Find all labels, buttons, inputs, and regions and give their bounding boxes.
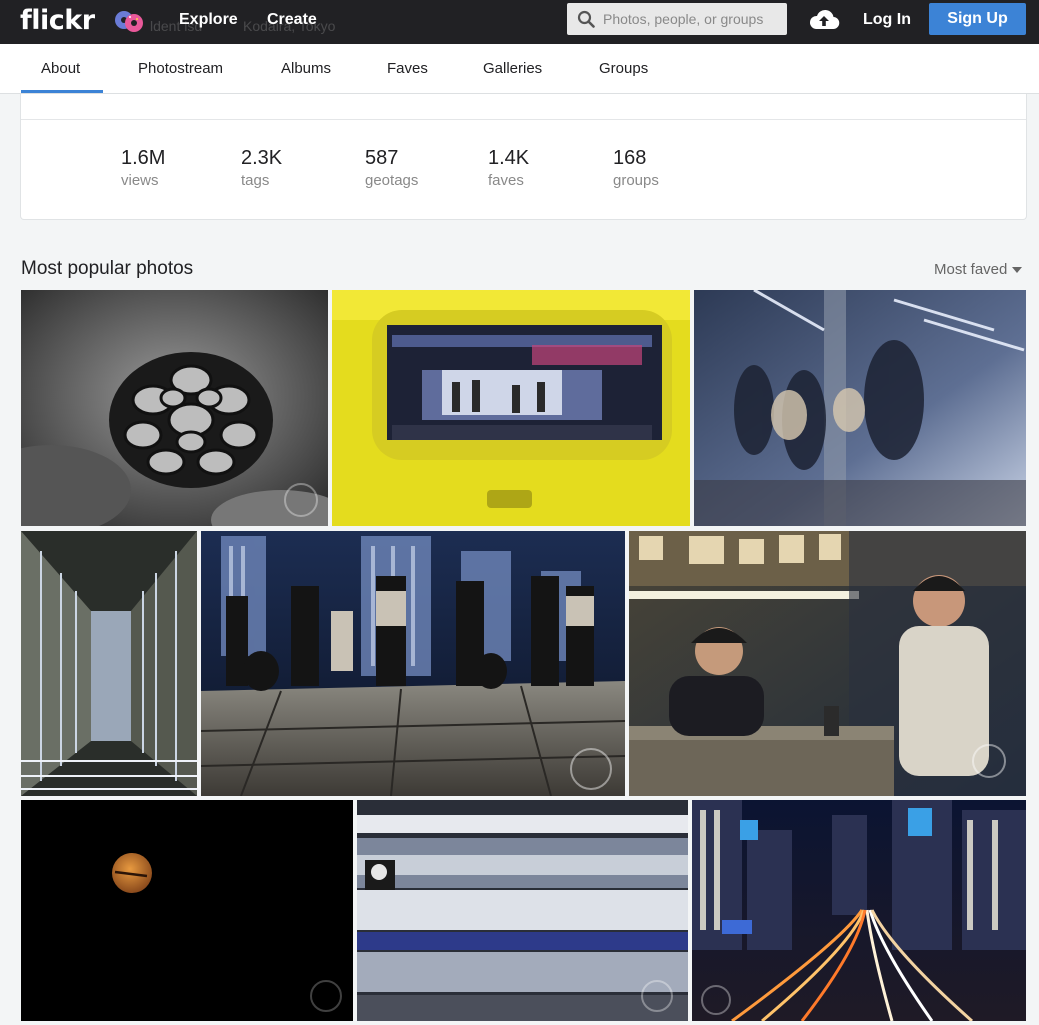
stat-geotags: 587 geotags — [365, 146, 418, 192]
stat-groups: 168 groups — [613, 146, 659, 192]
chevron-down-icon — [1012, 267, 1023, 274]
profile-tabs: About Photostream Albums Faves Galleries… — [0, 44, 1039, 94]
login-link[interactable]: Log In — [863, 11, 911, 29]
top-navbar: flickr ldent lsd Kodaira, Tokyo Explore … — [0, 0, 1039, 44]
stat-views: 1.6M views — [121, 146, 165, 192]
tab-groups[interactable]: Groups — [599, 60, 648, 77]
explore-link[interactable]: Explore — [179, 11, 238, 29]
sort-label: Most faved — [934, 261, 1008, 278]
signup-button[interactable]: Sign Up — [929, 3, 1026, 35]
stat-tags: 2.3K tags — [241, 146, 282, 192]
stat-value: 2.3K — [241, 147, 283, 169]
photo-rooftop-photographers[interactable] — [201, 531, 625, 796]
stat-label: faves — [488, 172, 524, 189]
stat-faves: 1.4K faves — [488, 146, 529, 192]
photo-stairwell[interactable] — [21, 531, 197, 796]
search-icon — [577, 10, 595, 28]
photo-food-stall[interactable] — [629, 531, 1026, 796]
photo-pinecone[interactable] — [21, 290, 328, 526]
stat-value: 1.6M — [121, 147, 166, 169]
section-title: Most popular photos — [21, 258, 194, 279]
stat-value: 587 — [365, 147, 399, 169]
search-box[interactable] — [567, 3, 787, 35]
stat-value: 168 — [613, 147, 647, 169]
stat-label: geotags — [365, 172, 419, 189]
donut-icon[interactable] — [112, 7, 148, 35]
photo-moon[interactable] — [21, 800, 353, 1021]
tab-about[interactable]: About — [41, 60, 80, 77]
search-input[interactable] — [603, 11, 778, 27]
stat-label: groups — [613, 172, 659, 189]
flickr-logo[interactable]: flickr — [20, 5, 95, 36]
divider — [21, 119, 1026, 120]
photo-city-night-traffic[interactable] — [692, 800, 1026, 1021]
photo-station-crowd[interactable] — [694, 290, 1026, 526]
create-link[interactable]: Create — [267, 11, 317, 29]
tab-photostream[interactable]: Photostream — [138, 60, 223, 77]
sort-dropdown[interactable]: Most faved — [934, 261, 1023, 278]
stats-card: 1.6M views 2.3K tags 587 geotags 1.4K fa… — [20, 94, 1027, 220]
photo-yellow-train[interactable] — [332, 290, 690, 526]
upload-cloud-icon[interactable] — [808, 8, 840, 30]
photo-blue-train-blur[interactable] — [357, 800, 688, 1021]
tab-albums[interactable]: Albums — [281, 60, 331, 77]
tab-faves[interactable]: Faves — [387, 60, 428, 77]
stat-value: 1.4K — [488, 147, 530, 169]
stat-label: tags — [241, 172, 270, 189]
tab-galleries[interactable]: Galleries — [483, 60, 542, 77]
stat-label: views — [121, 172, 159, 189]
active-tab-indicator — [21, 90, 103, 93]
